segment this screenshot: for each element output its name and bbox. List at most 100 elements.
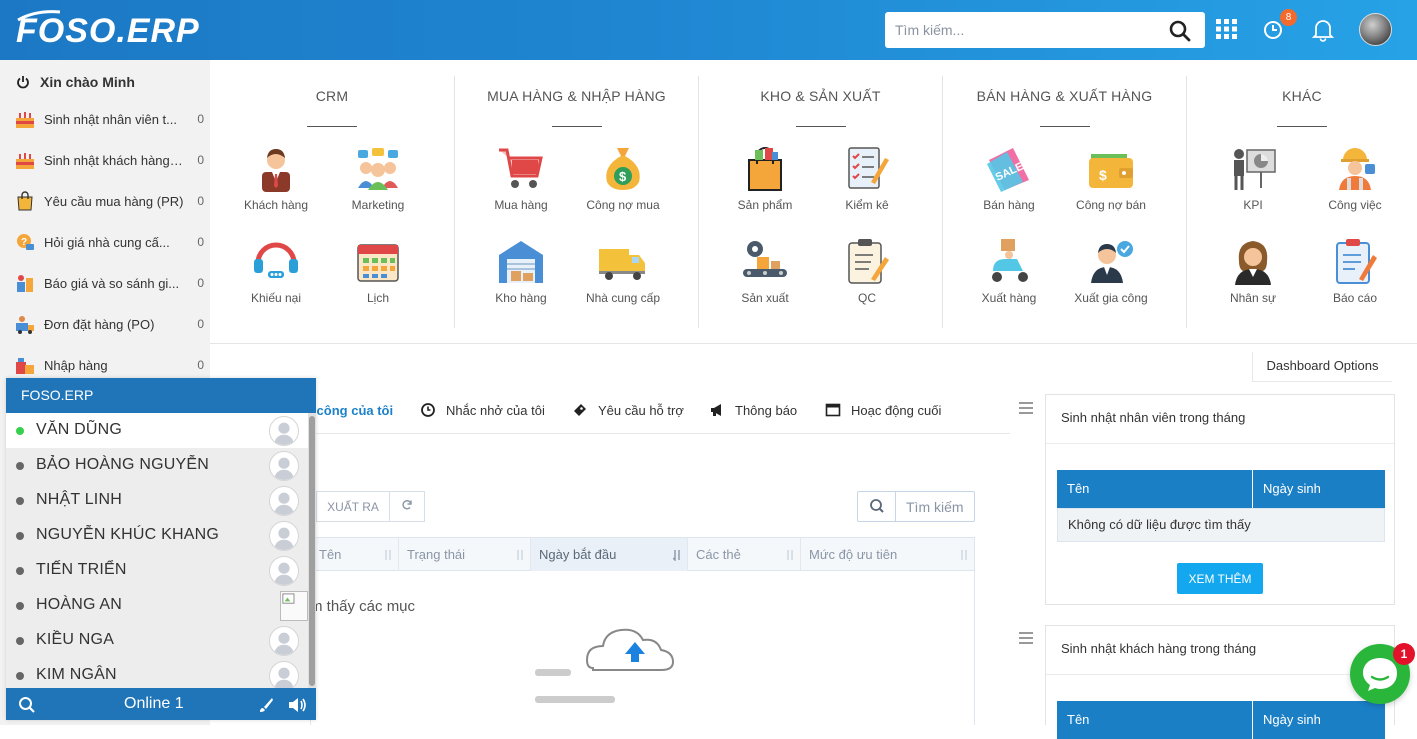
- chat-scrollbar[interactable]: [308, 413, 316, 688]
- tab-label: n công của tôi: [305, 402, 394, 418]
- shopping-bag-icon: [17, 191, 33, 211]
- offline-status-dot: [16, 637, 24, 645]
- module-stock-check[interactable]: Kiểm kê: [812, 142, 922, 214]
- module-complaint[interactable]: Khiếu nại: [221, 235, 331, 307]
- module-outsource-delivery[interactable]: Xuất gia công: [1056, 235, 1166, 307]
- chat-user-name: VĂN DŨNG: [36, 421, 123, 438]
- user-avatar[interactable]: [1359, 13, 1392, 46]
- sidebar-item-purchase-request[interactable]: Yêu cầu mua hàng (PR) 0: [14, 188, 208, 214]
- task-search-input[interactable]: [898, 492, 972, 521]
- menu-icon[interactable]: [1019, 632, 1033, 644]
- module-qc[interactable]: QC: [812, 235, 922, 307]
- module-calendar[interactable]: Lịch: [323, 235, 433, 307]
- module-tasks[interactable]: Công việc: [1300, 142, 1410, 214]
- column-header-name[interactable]: Tên: [311, 538, 399, 571]
- tab-my-tasks[interactable]: n công của tôi: [305, 400, 393, 420]
- module-delivery[interactable]: Xuất hàng: [954, 235, 1064, 307]
- sidebar-item-count: 0: [197, 235, 204, 249]
- module-purchasing[interactable]: Mua hàng: [466, 142, 576, 214]
- chat-user-row[interactable]: NGUYỄN KHÚC KHANG: [6, 518, 308, 553]
- sidebar-item-employee-birthday[interactable]: Sinh nhật nhân viên t... 0: [14, 106, 208, 132]
- tab-last-activity[interactable]: Hoạc động cuối: [825, 400, 941, 420]
- megaphone-icon: [711, 404, 721, 416]
- module-purchase-debt[interactable]: $ Công nợ mua: [568, 142, 678, 214]
- purchase-order-icon: [16, 316, 34, 334]
- search-icon[interactable]: [18, 696, 36, 714]
- chat-user-row[interactable]: VĂN DŨNG: [6, 413, 308, 448]
- module-supplier[interactable]: Nhà cung cấp: [568, 235, 678, 307]
- sidebar-item-label: Yêu cầu mua hàng (PR): [44, 193, 184, 209]
- chat-user-row[interactable]: HOÀNG AN: [6, 588, 308, 623]
- search-icon[interactable]: [1169, 20, 1191, 42]
- task-search-button[interactable]: [858, 492, 896, 521]
- refresh-button[interactable]: [390, 491, 425, 522]
- chat-user-row[interactable]: KIM NGÂN: [6, 658, 308, 688]
- menu-icon[interactable]: [1019, 402, 1033, 414]
- module-label: Marketing: [351, 198, 405, 212]
- chat-user-name: HOÀNG AN: [36, 596, 123, 613]
- sidebar-item-supplier-inquiry[interactable]: ? Hỏi giá nhà cung cấ... 0: [14, 229, 208, 255]
- tab-notifications[interactable]: Thông báo: [709, 400, 797, 420]
- module-label: Công nợ bán: [1076, 198, 1146, 212]
- worker-icon: [1339, 148, 1375, 190]
- global-search-input[interactable]: [895, 12, 1165, 48]
- sidebar-item-import-goods[interactable]: Nhập hàng 0: [14, 352, 208, 378]
- sidebar-item-label: Sinh nhật nhân viên t...: [44, 111, 177, 127]
- column-header-start-date[interactable]: Ngày bắt đầu: [531, 538, 688, 571]
- apps-grid-icon[interactable]: [1214, 16, 1240, 42]
- column-header-birthday[interactable]: Ngày sinh: [1253, 701, 1321, 739]
- chat-user-row[interactable]: KIỀU NGA: [6, 623, 308, 658]
- module-marketing[interactable]: Marketing: [323, 142, 433, 214]
- clock-icon: [421, 403, 435, 417]
- export-button[interactable]: XUẤT RA: [316, 491, 390, 522]
- sound-icon[interactable]: [287, 696, 307, 714]
- column-header-status[interactable]: Trạng thái: [399, 538, 531, 571]
- column-header-priority[interactable]: Mức độ ưu tiên: [801, 538, 974, 571]
- sidebar-item-purchase-order[interactable]: Đơn đặt hàng (PO) 0: [14, 311, 208, 337]
- module-sales[interactable]: SALE Bán hàng: [954, 142, 1064, 214]
- tab-support-requests[interactable]: Yêu cầu hỗ trợ: [572, 400, 684, 420]
- sidebar-item-customer-birthday[interactable]: Sinh nhật khách hàng ... 0: [14, 147, 208, 173]
- column-header-tags[interactable]: Các thẻ: [688, 538, 801, 571]
- sidebar-item-label: Sinh nhật khách hàng ...: [44, 152, 184, 168]
- module-product[interactable]: Sản phẩm: [710, 142, 820, 214]
- chat-user-name: TIẾN TRIỂN: [36, 561, 127, 578]
- chat-panel-title[interactable]: FOSO.ERP: [6, 378, 316, 413]
- scroll-thumb[interactable]: [309, 416, 315, 686]
- brush-icon[interactable]: [258, 697, 274, 713]
- foso-erp-logo[interactable]: FOSO.ERP: [16, 6, 206, 54]
- module-reports[interactable]: Báo cáo: [1300, 235, 1410, 307]
- chat-user-name: NHẬT LINH: [36, 491, 122, 508]
- offline-status-dot: [16, 462, 24, 470]
- column-header-birthday[interactable]: Ngày sinh: [1253, 470, 1321, 508]
- greeting-logout[interactable]: Xin chào Minh: [16, 72, 135, 92]
- chat-user-row[interactable]: TIẾN TRIỂN: [6, 553, 308, 588]
- divider: [307, 126, 357, 127]
- sidebar-item-quotation[interactable]: Báo giá và so sánh gi... 0: [14, 270, 208, 296]
- bell-icon[interactable]: [1310, 16, 1336, 42]
- column-header-name[interactable]: Tên: [1057, 470, 1253, 508]
- module-hr[interactable]: Nhân sự: [1198, 235, 1308, 307]
- module-production[interactable]: Sản xuất: [710, 235, 820, 307]
- dashboard-options-button[interactable]: Dashboard Options: [1252, 352, 1392, 382]
- chat-user-row[interactable]: NHẬT LINH: [6, 483, 308, 518]
- top-header: FOSO.ERP 8: [0, 0, 1417, 60]
- module-sales-debt[interactable]: $ Công nợ bán: [1056, 142, 1166, 214]
- table-header: Tên Trạng thái Ngày bắt đầu Các thẻ Mức …: [311, 538, 974, 571]
- module-label: Xuất hàng: [981, 291, 1037, 305]
- tab-reminders[interactable]: Nhắc nhở của tôi: [420, 400, 545, 420]
- module-label: Khách hàng: [243, 198, 309, 212]
- column-header-name[interactable]: Tên: [1057, 701, 1253, 739]
- online-status-dot: [16, 427, 24, 435]
- module-customer[interactable]: Khách hàng: [221, 142, 331, 214]
- module-group-other: KHÁC KPI Công việc Nhân sự Báo cáo: [1186, 76, 1417, 328]
- chat-user-row[interactable]: BẢO HOÀNG NGUYỄN: [6, 448, 308, 483]
- see-more-button[interactable]: XEM THÊM: [1177, 563, 1263, 594]
- sidebar-item-count: 0: [197, 317, 204, 331]
- avatar: [269, 416, 299, 446]
- avatar: [269, 486, 299, 516]
- customer-birthday-table: Tên Ngày sinh: [1057, 701, 1385, 739]
- sidebar-item-count: 0: [197, 194, 204, 208]
- module-warehouse[interactable]: Kho hàng: [466, 235, 576, 307]
- module-kpi[interactable]: KPI: [1198, 142, 1308, 214]
